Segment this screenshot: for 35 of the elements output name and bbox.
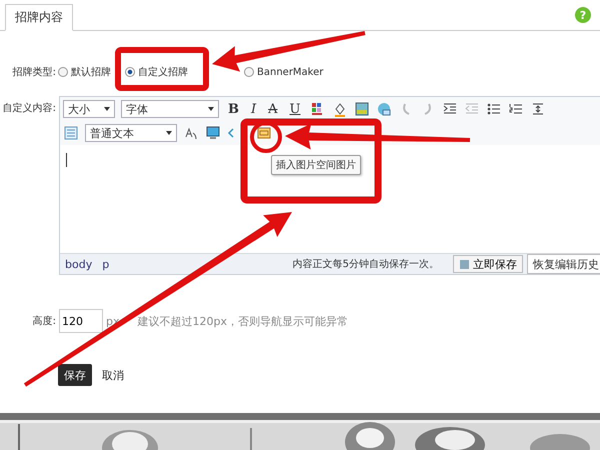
format-button[interactable]: A bbox=[265, 102, 281, 116]
format-painter-icon[interactable] bbox=[183, 125, 199, 141]
radio-label: 自定义招牌 bbox=[138, 66, 188, 79]
font-select[interactable]: 字体 bbox=[121, 100, 219, 118]
cancel-link[interactable]: 取消 bbox=[96, 366, 130, 384]
image-insert-icon[interactable] bbox=[256, 125, 272, 141]
element-path-link[interactable]: body bbox=[65, 258, 92, 270]
size-select[interactable]: 大小 bbox=[63, 100, 115, 118]
text-cursor bbox=[66, 153, 67, 167]
field-label: 自定义内容: bbox=[2, 102, 56, 115]
field-label: 高度: bbox=[32, 314, 56, 328]
autosave-note: 内容正文每5分钟自动保存一次。 bbox=[292, 258, 439, 271]
radio-button[interactable] bbox=[125, 67, 135, 77]
rich-text-editor[interactable]: 大小 字体 B I A U 普通文本 插入图片空间图片 body p 内容正文每5分钟自动保存一次。 立即保存 恢复编辑历史 bbox=[59, 96, 600, 275]
tooltip: 插入图片空间图片 bbox=[271, 155, 361, 175]
format-button[interactable]: U bbox=[286, 102, 304, 116]
image-icon[interactable] bbox=[354, 101, 370, 117]
height-input[interactable]: 120 bbox=[59, 309, 103, 333]
element-path-link[interactable]: p bbox=[102, 258, 110, 270]
format-button[interactable]: I bbox=[248, 102, 260, 116]
tab[interactable]: 招牌内容 bbox=[5, 4, 73, 31]
save-now-button[interactable]: 立即保存 bbox=[453, 255, 523, 273]
radio-label: BannerMaker bbox=[257, 66, 324, 78]
save-button[interactable]: 保存 bbox=[58, 364, 92, 386]
hint-text: 建议不超过120px，否则导航显示可能异常 bbox=[138, 314, 348, 328]
radio-label: 默认招牌 bbox=[71, 66, 111, 79]
bullet-list-icon[interactable] bbox=[486, 101, 502, 117]
radio-button[interactable] bbox=[58, 67, 68, 77]
format-button[interactable]: B bbox=[225, 102, 242, 116]
monitor-icon[interactable] bbox=[205, 125, 221, 141]
paragraph-select[interactable]: 普通文本 bbox=[85, 124, 177, 142]
history-select[interactable]: 恢复编辑历史 bbox=[527, 254, 600, 274]
paragraph-icon[interactable] bbox=[63, 125, 79, 141]
radio-button[interactable] bbox=[244, 67, 254, 77]
field-label: 招牌类型: bbox=[12, 66, 56, 79]
